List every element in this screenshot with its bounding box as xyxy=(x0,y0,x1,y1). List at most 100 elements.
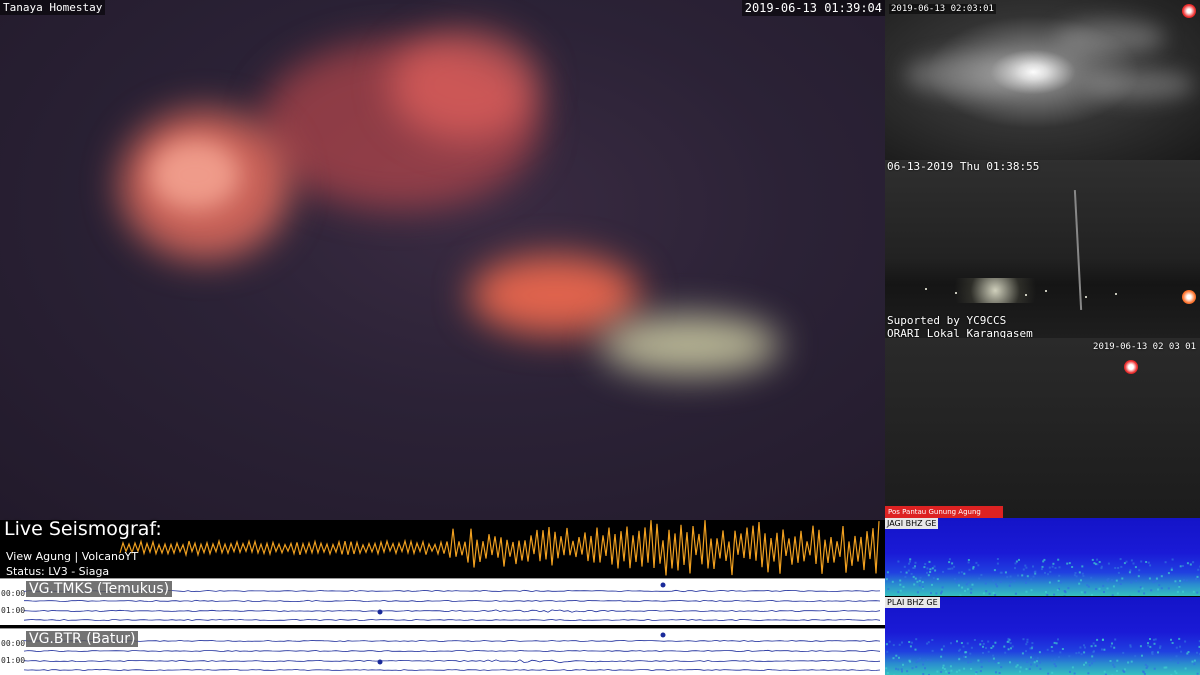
spectrogram-speckle xyxy=(1025,581,1027,584)
spectrogram-speckle xyxy=(1057,638,1059,641)
spectrogram-speckle xyxy=(1107,562,1110,565)
spectrogram-noise xyxy=(885,558,1200,596)
cloud xyxy=(1055,20,1165,55)
spectrogram-speckle xyxy=(1078,651,1080,654)
spectrogram-speckle xyxy=(1054,665,1057,668)
spectrogram-speckle xyxy=(885,643,888,646)
spectrogram-speckle xyxy=(1008,584,1011,587)
spectrogram-speckle xyxy=(1063,590,1066,592)
spectrogram-speckle xyxy=(1025,566,1028,569)
spectrogram-speckle xyxy=(1156,595,1159,596)
spectrogram-speckle xyxy=(1179,645,1181,648)
spectrogram-speckle xyxy=(962,645,965,648)
spectrogram-speckle xyxy=(1117,567,1120,569)
spectrogram-speckle xyxy=(1129,645,1132,648)
spectrogram-speckle xyxy=(981,640,984,642)
lava-glow xyxy=(470,255,640,335)
spectrogram-speckle xyxy=(956,640,958,643)
helicorder-time-label: 01:00 xyxy=(1,656,26,665)
spectrogram-speckle xyxy=(1004,571,1007,574)
helicorder-trace xyxy=(23,618,881,622)
spectrogram-speckle xyxy=(1091,655,1094,658)
light-dot xyxy=(925,288,927,290)
helicorder-time-label: 00:00 xyxy=(1,639,26,648)
spectrogram-speckle xyxy=(1014,562,1017,565)
spectrogram-speckle xyxy=(1031,642,1034,645)
spectrogram-speckle xyxy=(1147,642,1149,645)
spectrogram-speckle xyxy=(992,645,995,648)
spectrogram-speckle xyxy=(1026,638,1029,641)
spectrogram-speckle xyxy=(1066,562,1069,565)
spectrogram-speckle xyxy=(1128,571,1131,574)
spectrogram-speckle xyxy=(1120,565,1123,568)
spectrogram-speckle xyxy=(963,655,965,658)
spectrogram-speckle xyxy=(1080,653,1083,656)
spectrogram-speckle xyxy=(941,586,944,589)
spectrogram-speckle xyxy=(1184,667,1187,670)
spectrogram-speckle xyxy=(1167,587,1170,590)
spectrogram-speckle xyxy=(1083,651,1086,654)
spectrogram-speckle xyxy=(951,567,954,570)
spectrogram-speckle xyxy=(955,670,958,673)
spectrogram-speckle xyxy=(898,659,901,662)
spectrogram-speckle xyxy=(1138,569,1141,572)
spectrogram-jagi: JAGI BHZ GE xyxy=(885,518,1200,596)
spectrogram-speckle xyxy=(1009,642,1012,645)
spectrogram-speckle xyxy=(1114,638,1117,641)
spectrogram-speckle xyxy=(994,660,997,663)
spectrogram-speckle xyxy=(1007,637,1010,640)
spectrogram-speckle xyxy=(999,580,1002,583)
spectrogram-speckle xyxy=(1040,568,1043,571)
spectrogram-speckle xyxy=(949,665,952,668)
seismograph-view-text: View Agung | VolcanoYT xyxy=(6,550,139,563)
spectrogram-speckle xyxy=(899,589,902,592)
spectrogram-speckle xyxy=(1000,666,1003,669)
spectrogram-speckle xyxy=(1026,660,1029,663)
spectrogram-speckle xyxy=(1018,558,1020,561)
spectrogram-speckle xyxy=(1113,665,1116,668)
spectrogram-speckle xyxy=(922,659,925,662)
spectrogram-speckle xyxy=(1151,651,1153,654)
spectrogram-noise xyxy=(885,637,1200,675)
spectrogram-speckle xyxy=(965,583,968,586)
helicorder-time-label: 01:00 xyxy=(1,606,26,615)
spectrogram-speckle xyxy=(1193,659,1196,662)
spectrogram-speckle xyxy=(947,567,950,570)
station-label-tmks: VG.TMKS (Temukus) xyxy=(26,581,173,597)
spectrogram-speckle xyxy=(1057,558,1060,561)
spectrogram-speckle xyxy=(1103,591,1105,593)
spectrogram-speckle xyxy=(927,574,930,577)
spectrogram-speckle xyxy=(1046,594,1049,596)
spectrogram-speckle xyxy=(1051,565,1054,568)
spectrogram-speckle xyxy=(1116,659,1119,662)
spectrogram-speckle xyxy=(948,561,951,564)
light-dot xyxy=(1025,294,1027,296)
spectrogram-speckle xyxy=(1119,583,1122,585)
spectrogram-speckle xyxy=(1007,648,1010,651)
spectrogram-speckle xyxy=(891,580,894,583)
spectrogram-speckle xyxy=(1051,671,1054,674)
spectrogram-speckle xyxy=(909,660,912,663)
spectrogram-speckle xyxy=(1081,565,1084,568)
spectrogram-speckle xyxy=(1052,562,1055,565)
spectrogram-speckle xyxy=(924,563,927,566)
spectrogram-speckle xyxy=(1030,589,1033,592)
spectrogram-speckle xyxy=(1121,577,1124,580)
spectrogram-speckle xyxy=(948,558,951,561)
spectrogram-speckle xyxy=(898,656,900,659)
spectrogram-speckle xyxy=(1053,593,1056,596)
spectrogram-speckle xyxy=(1051,650,1054,652)
credit-line-1: Suported by YC9CCS xyxy=(887,314,1007,327)
spectrogram-speckle xyxy=(1184,640,1187,643)
spectrogram-speckle xyxy=(1032,658,1034,661)
spectrogram-speckle xyxy=(979,643,982,646)
spectrogram-speckle xyxy=(1050,659,1053,662)
spectrogram-speckle xyxy=(1043,558,1046,561)
spectrogram-speckle xyxy=(996,562,999,565)
spectrogram-speckle xyxy=(1048,566,1051,569)
seismograph-status-text: Status: LV3 - Siaga xyxy=(6,565,110,578)
spectrogram-speckle xyxy=(1111,594,1114,596)
spectrogram-speckle xyxy=(1078,582,1081,585)
spectrogram-speckle xyxy=(1175,655,1178,658)
spectrogram-speckle xyxy=(1174,670,1177,673)
